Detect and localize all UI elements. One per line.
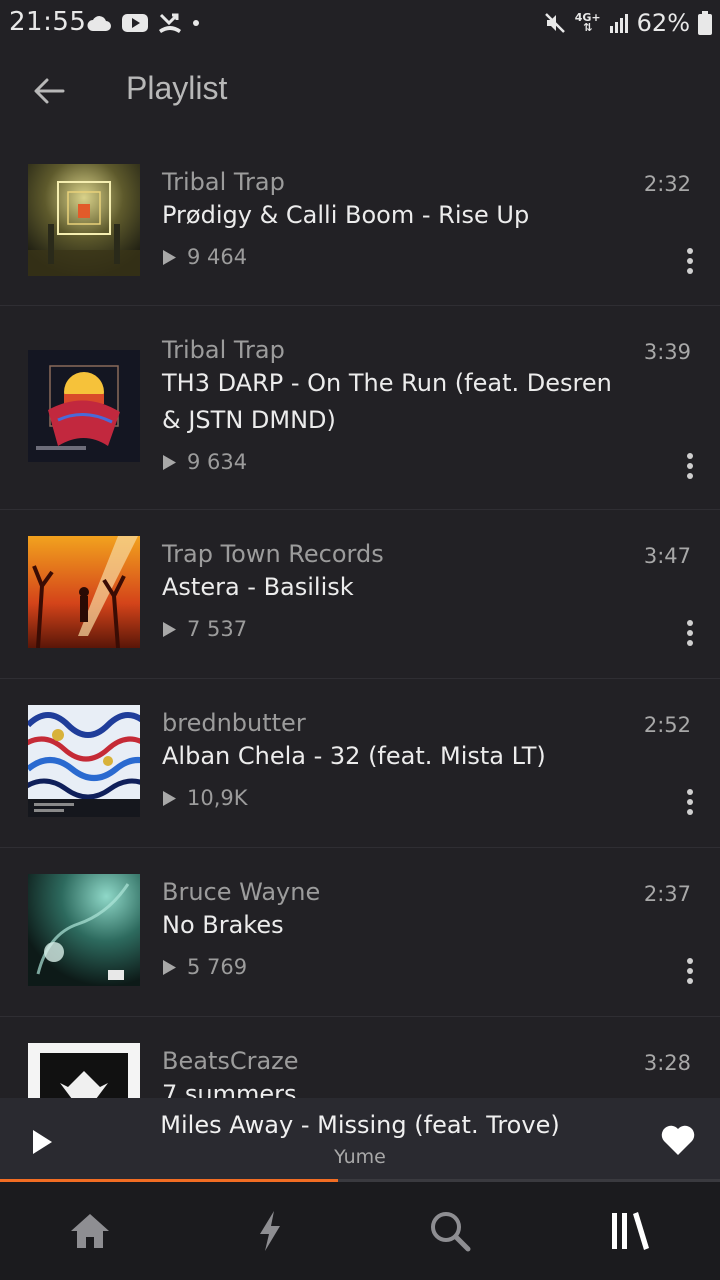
play-small-icon: [163, 959, 176, 975]
play-count: 7 537: [162, 617, 247, 641]
home-icon: [71, 1214, 109, 1248]
track-artwork: [28, 536, 140, 648]
track-row[interactable]: Tribal Trap Prødigy & Calli Boom - Rise …: [0, 138, 720, 306]
track-duration: 2:37: [643, 882, 691, 906]
mini-player[interactable]: Miles Away - Missing (feat. Trove) Yume: [0, 1098, 720, 1182]
youtube-icon: [122, 14, 148, 32]
track-title: Prødigy & Calli Boom - Rise Up: [162, 201, 530, 229]
track-list: Tribal Trap Prødigy & Calli Boom - Rise …: [0, 138, 720, 1098]
play-count: 9 634: [162, 450, 247, 474]
play-small-icon: [163, 454, 176, 470]
play-count-value: 9 634: [187, 450, 248, 474]
track-duration: 2:32: [643, 172, 691, 196]
signal-icon: [609, 14, 628, 33]
track-artist: bredn‌butter: [162, 709, 306, 737]
play-count-value: 7 537: [187, 617, 248, 641]
play-count-value: 9 464: [187, 245, 248, 269]
track-artist: Trap Town Records: [162, 540, 384, 568]
status-bar: 21:55 4G+ ⇅ 62%: [0, 0, 720, 48]
status-time: 21:55: [9, 7, 87, 37]
cloud-icon: [87, 16, 111, 31]
battery-level: 62%: [636, 9, 690, 37]
play-count: 10,9K: [162, 786, 248, 810]
network-type: 4G+ ⇅: [574, 11, 601, 34]
bottom-navigation: [0, 1182, 720, 1280]
nav-library[interactable]: [540, 1182, 720, 1280]
play-count-value: 10,9K: [187, 786, 248, 810]
more-options-button[interactable]: [680, 785, 700, 819]
battery-icon: [698, 11, 712, 35]
like-button[interactable]: [658, 1120, 698, 1160]
play-count: 5 769: [162, 955, 247, 979]
track-title: TH3 DARP - On The Run (feat. Desren & JS…: [162, 369, 612, 434]
nav-search[interactable]: [360, 1182, 540, 1280]
play-count-value: 5 769: [187, 955, 248, 979]
back-button[interactable]: [28, 70, 70, 112]
now-playing-title: Miles Away - Missing (feat. Trove): [160, 1111, 560, 1139]
track-duration: 2:52: [643, 713, 691, 737]
track-duration: 3:47: [643, 544, 691, 568]
track-artist: Tribal Trap: [162, 336, 285, 364]
nav-stream[interactable]: [180, 1182, 360, 1280]
more-options-button[interactable]: [680, 616, 700, 650]
track-artist: Tribal Trap: [162, 168, 285, 196]
heart-icon: [661, 1125, 695, 1155]
track-row[interactable]: bredn‌butter Alban Chela - 32 (feat. Mis…: [0, 679, 720, 848]
track-duration: 3:28: [643, 1051, 691, 1075]
track-artwork: [28, 1043, 140, 1098]
more-options-button[interactable]: [680, 954, 700, 988]
play-small-icon: [163, 621, 176, 637]
track-row[interactable]: BeatsCraze 7 summers 3:28: [0, 1017, 720, 1098]
track-row[interactable]: Bruce Wayne No Brakes 5 769 2:37: [0, 848, 720, 1017]
library-icon: [612, 1212, 649, 1250]
track-row[interactable]: Trap Town Records Astera - Basilisk 7 53…: [0, 510, 720, 679]
more-options-button[interactable]: [680, 244, 700, 278]
track-title: Alban Chela - 32 (feat. Mista LT): [162, 742, 546, 770]
nav-home[interactable]: [0, 1182, 180, 1280]
track-duration: 3:39: [643, 340, 691, 364]
notification-dot-icon: [193, 20, 199, 26]
now-playing-artist: Yume: [334, 1146, 386, 1168]
track-artist: Bruce Wayne: [162, 878, 321, 906]
more-options-button[interactable]: [680, 449, 700, 483]
missed-call-icon: [159, 13, 181, 33]
search-icon: [431, 1212, 471, 1252]
track-row[interactable]: Tribal Trap TH3 DARP - On The Run (feat.…: [0, 306, 720, 510]
mute-icon: [544, 13, 565, 33]
page-title: Playlist: [126, 70, 228, 106]
track-artwork: [28, 164, 140, 276]
track-title: No Brakes: [162, 911, 284, 939]
track-artwork: [28, 705, 140, 817]
track-title: Astera - Basilisk: [162, 573, 354, 601]
lightning-icon: [260, 1211, 280, 1251]
app-bar: Playlist: [0, 48, 720, 138]
track-artist: BeatsCraze: [162, 1047, 299, 1075]
arrow-left-icon: [34, 78, 65, 104]
play-small-icon: [163, 790, 176, 806]
track-artwork: [28, 350, 140, 462]
track-title: 7 summers: [162, 1080, 297, 1098]
play-small-icon: [163, 249, 176, 265]
play-count: 9 464: [162, 245, 247, 269]
track-artwork: [28, 874, 140, 986]
